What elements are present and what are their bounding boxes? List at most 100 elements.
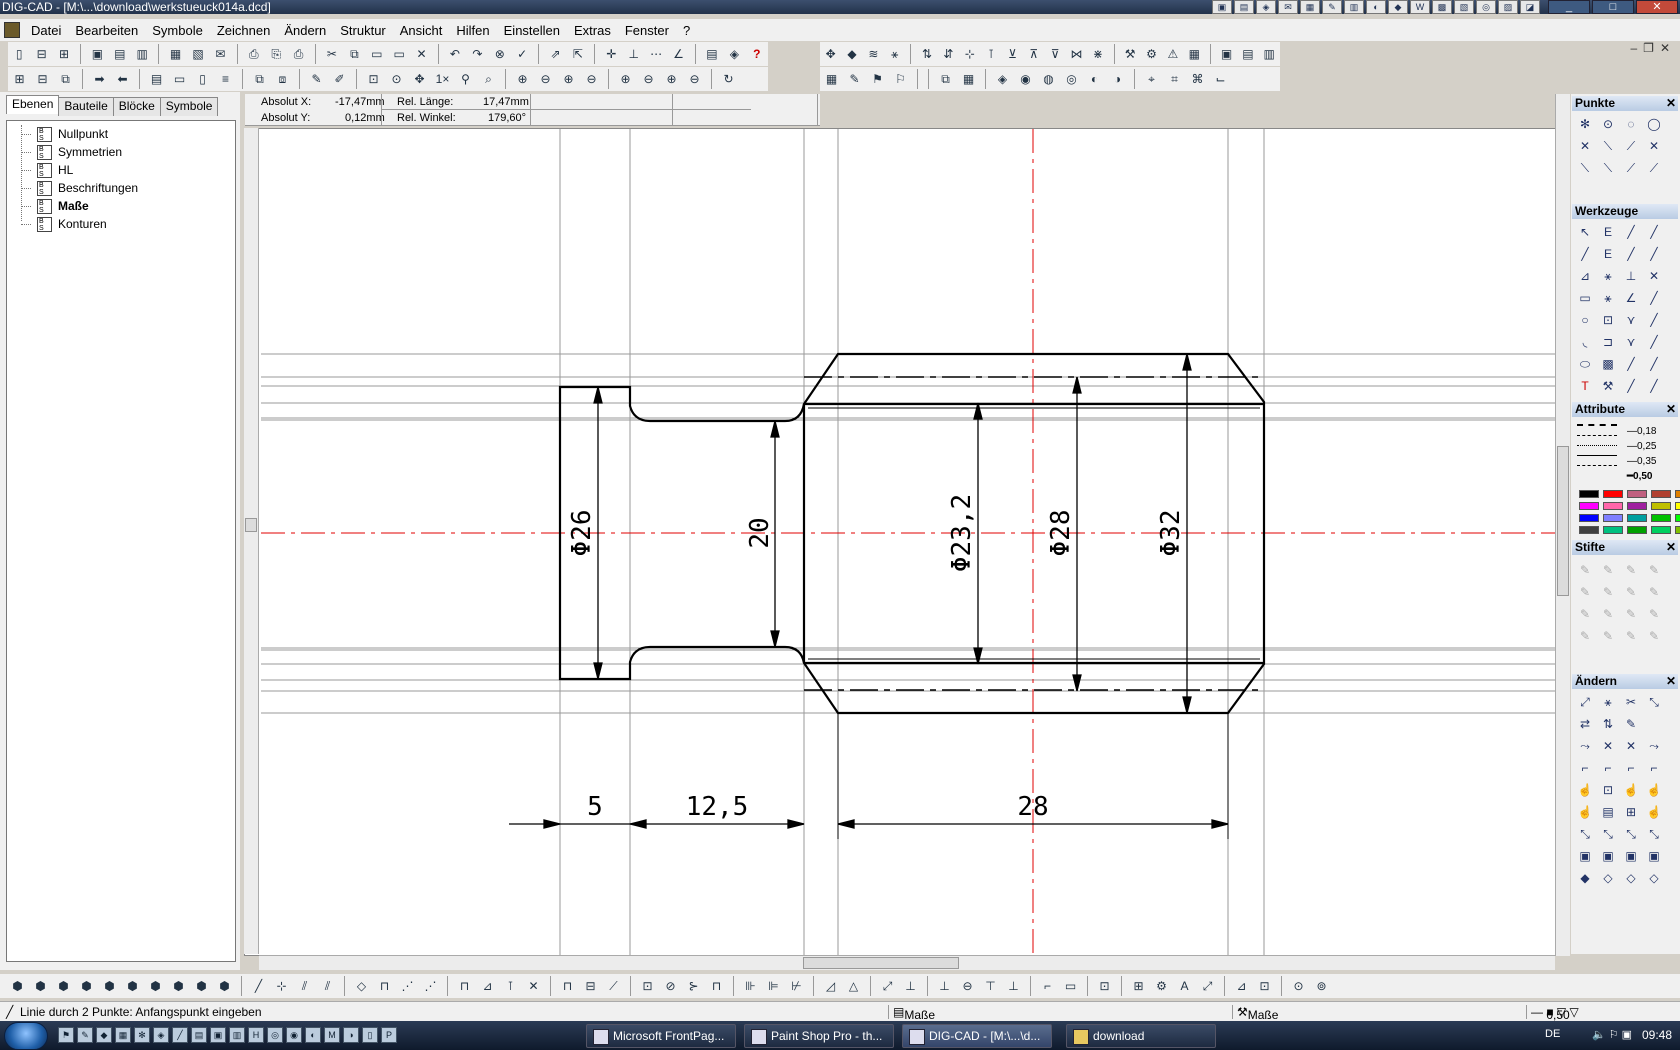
tool-icon[interactable]: ⇅ [918,45,935,64]
window-horizontal-icon[interactable]: ▭ [170,70,189,89]
snap-icon[interactable]: ⊫ [764,977,783,996]
cube-icon[interactable]: ⬢ [192,977,211,996]
plot-icon[interactable]: ⎙ [289,45,307,64]
color-swatch[interactable] [1675,526,1680,534]
undo-icon[interactable]: ↶ [446,45,464,64]
line-icon[interactable]: ╱ [1621,244,1641,264]
hatch-icon[interactable]: ▩ [1598,354,1618,374]
modify-tool-icon[interactable]: ⤡ [1644,692,1664,712]
pen-icon[interactable]: ✎ [1644,582,1664,602]
tray-icon[interactable]: ▩ [1432,0,1452,14]
color-swatch[interactable] [1675,502,1680,510]
zoom-out-2-icon[interactable]: ⊖ [582,70,601,89]
snap-icon[interactable]: ⫽ [295,977,314,996]
quicklaunch-icon[interactable]: P [381,1027,397,1043]
close-button[interactable]: ✕ [1636,0,1678,14]
zoom-icon[interactable]: ⚲ [456,70,475,89]
grid-icon[interactable]: ⋯ [647,45,665,64]
arrow-left-icon[interactable]: ⬅ [113,70,132,89]
color-swatch[interactable] [1627,490,1647,498]
modify-tool-icon[interactable]: ✕ [1598,736,1618,756]
snap-icon[interactable]: ⊓ [558,977,577,996]
tray-icon[interactable]: ◎ [1476,0,1496,14]
tool-icon[interactable]: ≋ [865,45,882,64]
layer-item[interactable]: B S Beschriftungen [21,179,235,197]
modify-tool-icon[interactable]: ◇ [1621,868,1641,888]
line-icon[interactable]: ╱ [1621,354,1641,374]
tray-icon[interactable]: ▧ [1454,0,1474,14]
tool-icon[interactable]: ⊽ [1047,45,1064,64]
book-icon[interactable]: ▦ [166,45,184,64]
menu-hilfen[interactable]: Hilfen [449,23,496,38]
drawing-canvas[interactable]: Φ26 20 Φ23,2 Φ28 Φ32 5 12,5 28 [244,128,1556,956]
color-swatch[interactable] [1579,514,1599,522]
mdi-restore-button[interactable]: ❐ [1643,41,1654,55]
circle-box-icon[interactable]: ⊡ [1598,310,1618,330]
tool-icon[interactable]: ◆ [843,45,860,64]
snap-icon[interactable]: ⊓ [455,977,474,996]
snap-icon[interactable]: ⊿ [1232,977,1251,996]
snap-icon[interactable]: ⊓ [375,977,394,996]
modify-tool-icon[interactable]: ⤳ [1575,736,1595,756]
tray-icon[interactable]: ◐ [1366,0,1386,14]
modify-tool-icon[interactable]: ✕ [1621,736,1641,756]
point-tool-icon[interactable]: ⟍ [1598,136,1618,156]
quicklaunch-icon[interactable]: ✻ [134,1027,150,1043]
snap-icon[interactable]: ▭ [1061,977,1080,996]
save-as-icon[interactable]: ▤ [111,45,129,64]
tool-icon[interactable]: ▦ [1186,45,1203,64]
tool-icon[interactable]: ⌖ [1142,70,1161,89]
tool-icon[interactable]: ✎ [845,70,864,89]
snap-icon[interactable]: ⟋ [604,977,623,996]
modify-tool-icon[interactable]: ✂ [1621,692,1641,712]
tool-icon[interactable]: ⊹ [961,45,978,64]
color-swatch[interactable] [1579,526,1599,534]
tool-icon[interactable]: ⊼ [1025,45,1042,64]
point-tool-icon[interactable]: ⟋ [1621,136,1641,156]
language-indicator[interactable]: DE [1545,1028,1560,1040]
quicklaunch-icon[interactable]: ◆ [96,1027,112,1043]
cube-icon[interactable]: ⬢ [77,977,96,996]
pen-icon[interactable]: ✎ [1644,626,1664,646]
tool-icon[interactable]: ◑ [1108,70,1127,89]
color-swatch[interactable] [1651,490,1671,498]
redraw-icon[interactable]: ↻ [719,70,738,89]
quicklaunch-icon[interactable]: ◐ [305,1027,321,1043]
close-icon[interactable]: ✕ [1666,96,1676,111]
tab-symbole[interactable]: Symbole [159,97,219,116]
cube-icon[interactable]: ⬢ [31,977,50,996]
tool-icon[interactable]: ⚒ [1121,45,1138,64]
color-swatch[interactable] [1603,490,1623,498]
point-tool-icon[interactable]: ⟋ [1644,158,1664,178]
tool-icon[interactable]: ⧉ [936,70,955,89]
menu-ansicht[interactable]: Ansicht [393,23,450,38]
snap-icon[interactable]: ⊬ [787,977,806,996]
node-icon[interactable]: ⚹ [1598,288,1618,308]
tray-icon[interactable]: ▣ [1212,0,1232,14]
tool-icon[interactable]: ⌗ [1165,70,1184,89]
snap-icon[interactable]: A [1175,977,1194,996]
pen-icon[interactable]: ✎ [1598,582,1618,602]
redo-icon[interactable]: ↷ [468,45,486,64]
point-tool-icon[interactable]: ⊙ [1598,114,1618,134]
zoom-window-icon[interactable]: ⊡ [364,70,383,89]
layer-item[interactable]: B S Symmetrien [21,143,235,161]
vertical-scrollbar[interactable] [1555,94,1570,956]
zoom-extents-icon[interactable]: ⊖ [685,70,704,89]
snap-icon[interactable]: ⊱ [684,977,703,996]
pen-icon[interactable]: ✎ [1575,626,1595,646]
quicklaunch-icon[interactable]: ◑ [343,1027,359,1043]
modify-tool-icon[interactable]: ⇄ [1575,714,1595,734]
select-arrow-icon[interactable]: ↖ [1575,222,1595,242]
modify-tool-icon[interactable]: ⇅ [1598,714,1618,734]
cut-icon[interactable]: ✂ [323,45,341,64]
close-icon[interactable]: ✕ [1666,540,1676,555]
menu-aendern[interactable]: Ändern [277,23,333,38]
edit-2-icon[interactable]: E [1598,244,1618,264]
color-swatch[interactable] [1651,502,1671,510]
tray-icon[interactable]: ✉ [1278,0,1298,14]
point-tool-icon[interactable]: ◯ [1644,114,1664,134]
print-icon[interactable]: ⎙ [245,45,263,64]
tray-icon[interactable]: ◆ [1388,0,1408,14]
maximize-button[interactable]: □ [1592,0,1634,14]
